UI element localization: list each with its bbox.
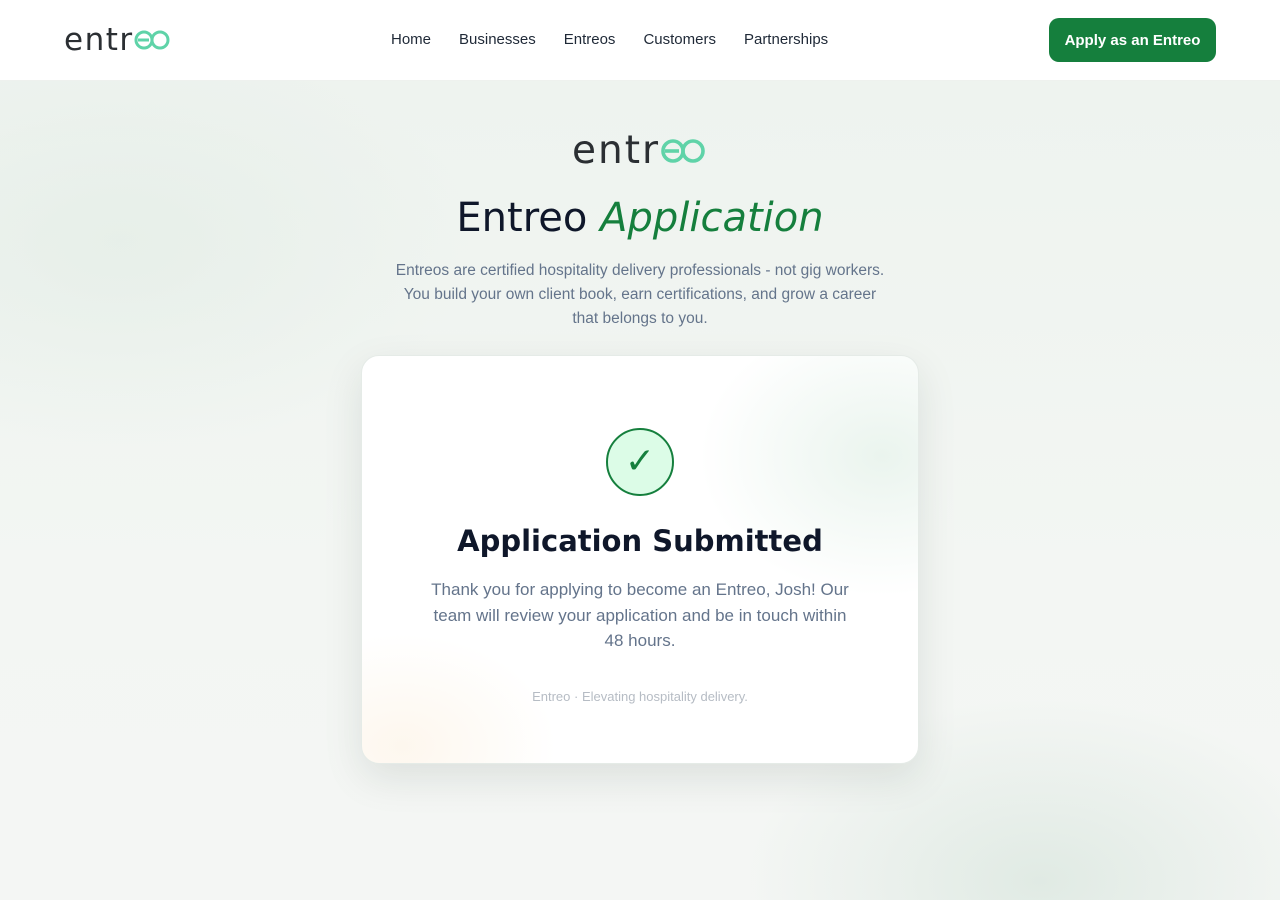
confirmation-title: Application Submitted [457,524,823,558]
nav-home[interactable]: Home [391,29,431,51]
page-title: Entreo Application [0,191,1280,245]
confirmation-message: Thank you for applying to become an Entr… [431,580,849,650]
nav-customers[interactable]: Customers [643,29,716,51]
main-content: entr Entreo Application Entreos are cert… [0,81,1280,900]
hero-logo: entr [572,129,706,173]
intro-text: Entreos are certified hospitality delive… [395,262,885,327]
page-title-accent: Application [600,195,824,241]
nav-businesses[interactable]: Businesses [459,29,536,51]
main-nav: Home Businesses Entreos Customers Partne… [391,29,828,51]
apply-as-entreo-button[interactable]: Apply as an Entreo [1049,18,1216,62]
page-title-plain: Entreo [456,195,588,241]
logo-wordmark: entr [64,22,134,58]
hero-logo-loop-icon [661,139,705,163]
card-footer-tagline: Entreo · Elevating hospitality delivery. [532,689,748,704]
logo-loop-icon [134,30,170,50]
site-header: entr Home Businesses Entreos Customers P… [0,0,1280,81]
hero-logo-wordmark: entr [572,128,661,173]
nav-partnerships[interactable]: Partnerships [744,29,828,51]
confirmation-card: ✓ Application Submitted Thank you for ap… [361,355,919,764]
nav-entreos[interactable]: Entreos [564,29,616,51]
check-icon: ✓ [606,428,674,496]
header-logo[interactable]: entr [64,22,170,58]
